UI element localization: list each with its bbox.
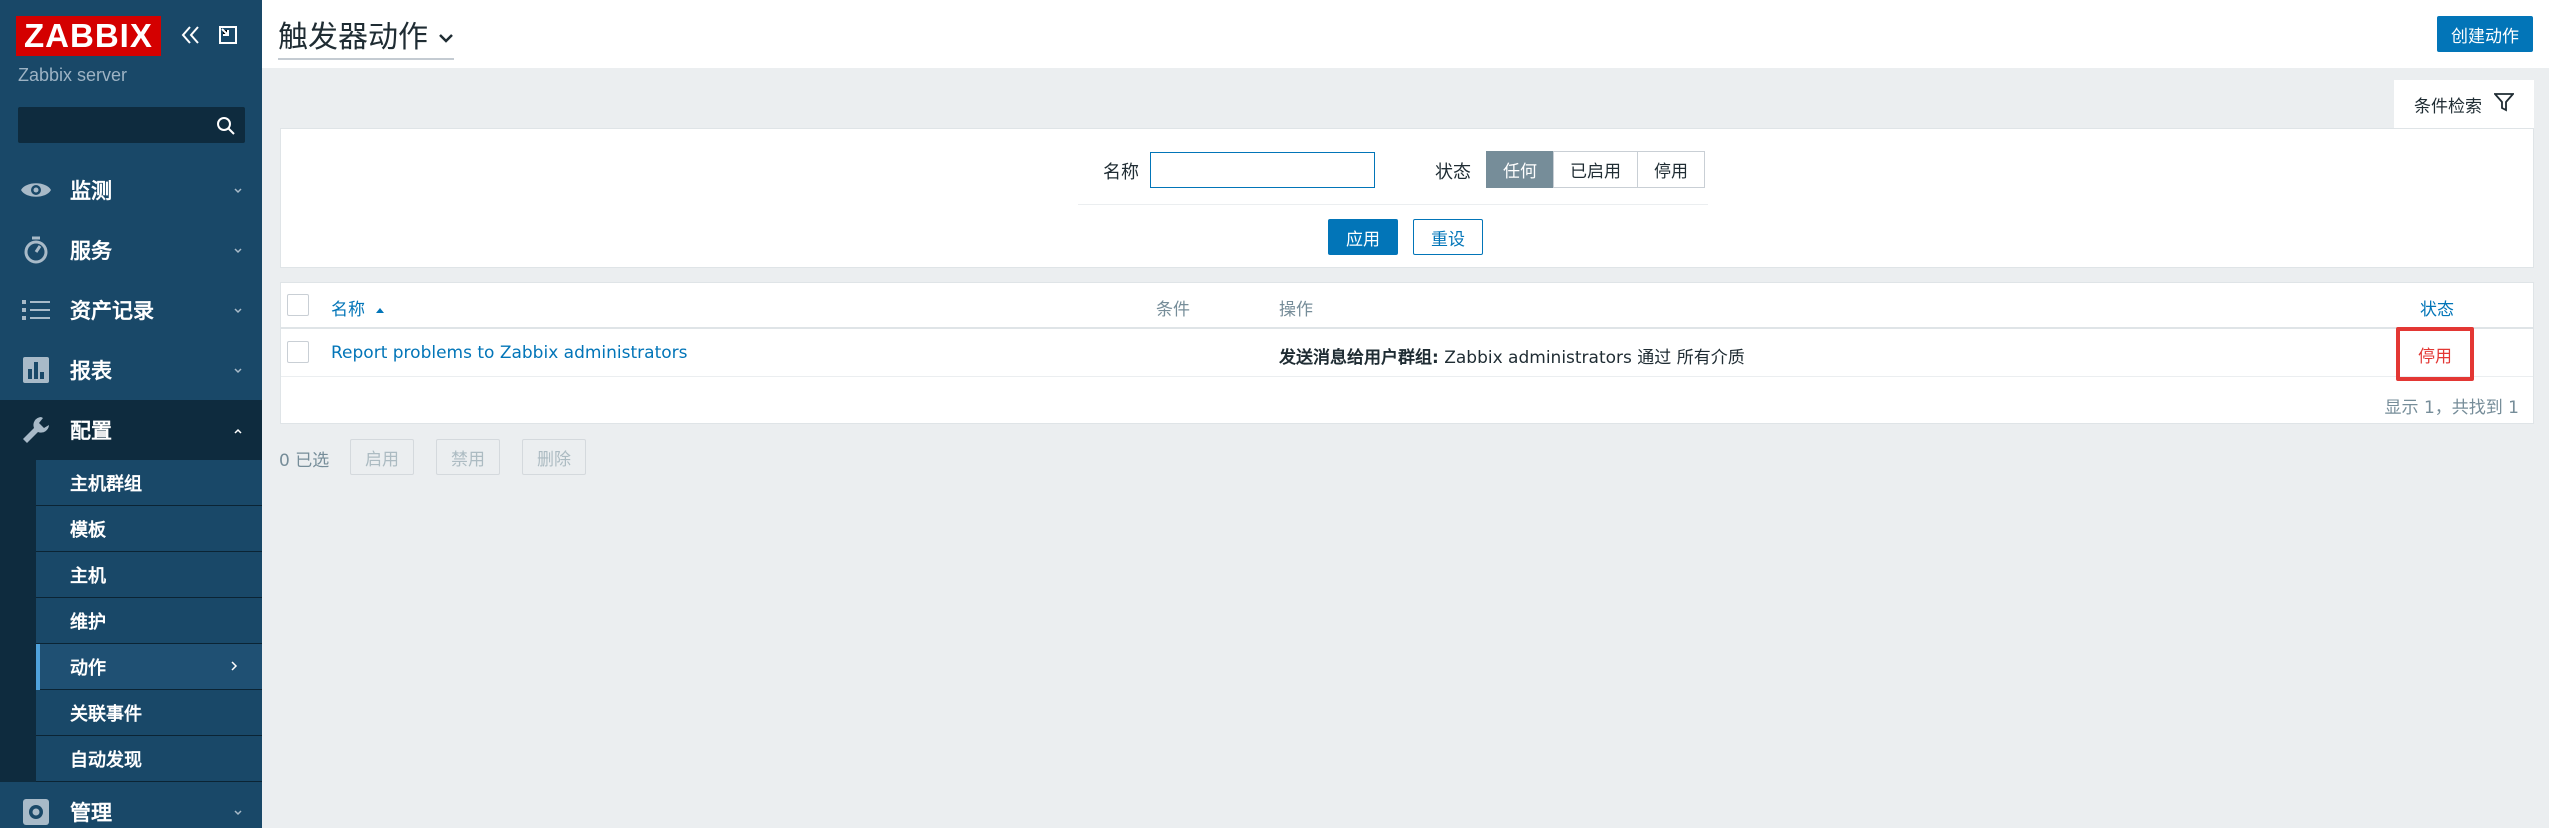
action-operations: 发送消息给用户群组: Zabbix administrators 通过 所有介质 [1279,348,1745,368]
chevron-down-icon [438,17,454,52]
menu-item-label: 配置 [70,419,112,443]
status-highlight: 停用 [2396,327,2474,381]
reset-filter-button[interactable]: 重设 [1413,219,1483,255]
row-checkbox[interactable] [287,341,309,363]
chevron-down-icon [232,302,244,321]
column-header-status[interactable]: 状态 [2420,295,2454,320]
main-menu: 监测 服务 资产记录 报表 配置 主机群组 模板 主机 维护 动作 关联事件 自… [0,160,262,828]
action-status-toggle[interactable]: 停用 [2418,342,2452,367]
page-title: 触发器动作 [278,20,428,55]
chevron-right-icon [228,658,240,677]
chevron-down-icon [232,182,244,201]
kiosk-mode-button[interactable] [214,20,242,50]
menu-item-label: 资产记录 [70,299,154,323]
collapse-sidebar-button[interactable] [177,20,205,50]
column-header-name[interactable]: 名称 [331,295,386,320]
submenu-item-hosts[interactable]: 主机 [36,552,262,598]
chevron-down-icon [232,242,244,261]
menu-item-services[interactable]: 服务 [0,220,262,280]
wrench-icon [18,412,54,448]
gear-icon [18,794,54,828]
mass-enable-button[interactable]: 启用 [350,439,414,475]
mass-disable-button[interactable]: 禁用 [436,439,500,475]
menu-item-label: 服务 [70,239,112,263]
filter-icon [2493,92,2515,117]
double-chevron-left-icon [181,26,199,44]
selected-count: 0 已选 [279,451,330,471]
filter-panel: 名称 状态 任何 已启用 停用 应用 重设 [280,128,2534,268]
server-name: Zabbix server [18,65,128,85]
select-all-checkbox[interactable] [287,294,309,316]
status-option-enabled[interactable]: 已启用 [1553,151,1638,188]
table-header-row: 名称 条件 操作 状态 [281,283,2533,329]
menu-item-monitoring[interactable]: 监测 [0,160,262,220]
submenu-item-actions[interactable]: 动作 [36,644,262,690]
minimize-icon [219,26,237,44]
eye-icon [18,172,54,208]
create-action-button[interactable]: 创建动作 [2437,16,2533,52]
menu-item-configuration[interactable]: 配置 [0,400,262,460]
status-option-disabled[interactable]: 停用 [1637,151,1705,188]
submenu-item-templates[interactable]: 模板 [36,506,262,552]
filter-tab[interactable]: 条件检索 [2394,80,2534,128]
menu-item-label: 报表 [70,359,112,383]
list-icon [18,292,54,328]
actions-table: 名称 条件 操作 状态 Report problems to Zabbix ad… [280,282,2534,424]
chevron-down-icon [232,804,244,823]
bar-chart-icon [18,352,54,388]
filter-divider [1078,204,1708,205]
submenu-item-maintenance[interactable]: 维护 [36,598,262,644]
page-header: 触发器动作 创建动作 [262,0,2549,68]
action-name-link[interactable]: Report problems to Zabbix administrators [331,343,688,363]
search-icon[interactable] [216,116,236,140]
submenu-item-event-correlation[interactable]: 关联事件 [36,690,262,736]
menu-item-inventory[interactable]: 资产记录 [0,280,262,340]
menu-item-reports[interactable]: 报表 [0,340,262,400]
column-header-operations: 操作 [1279,300,1313,320]
column-header-conditions: 条件 [1156,300,1190,320]
submenu-item-host-groups[interactable]: 主机群组 [36,460,262,506]
table-row: Report problems to Zabbix administrators… [281,329,2533,377]
mass-delete-button[interactable]: 删除 [522,439,586,475]
chevron-up-icon [232,422,244,441]
status-filter-segmented: 任何 已启用 停用 [1486,151,1705,188]
sidebar-search-input[interactable] [19,108,209,142]
name-filter-label: 名称 [1103,162,1139,183]
status-filter-label: 状态 [1435,162,1471,183]
apply-filter-button[interactable]: 应用 [1328,219,1398,255]
zabbix-logo[interactable]: ZABBIX [16,16,161,56]
menu-item-label: 监测 [70,179,112,203]
filter-tab-label: 条件检索 [2414,96,2482,117]
sort-asc-icon [376,308,385,313]
menu-item-label: 管理 [70,801,112,825]
sidebar-search [18,107,245,143]
result-count: 显示 1，共找到 1 [2384,398,2519,418]
configuration-submenu: 主机群组 模板 主机 维护 动作 关联事件 自动发现 [0,460,262,782]
sidebar: ZABBIX Zabbix server 监测 服务 资产记录 报表 配置 主机… [0,0,262,828]
submenu-item-discovery[interactable]: 自动发现 [36,736,262,782]
stopwatch-icon [18,232,54,268]
chevron-down-icon [232,362,244,381]
status-option-any[interactable]: 任何 [1486,151,1554,188]
menu-item-administration[interactable]: 管理 [0,782,262,828]
name-filter-input[interactable] [1150,152,1375,188]
page-title-dropdown[interactable]: 触发器动作 [278,12,454,60]
